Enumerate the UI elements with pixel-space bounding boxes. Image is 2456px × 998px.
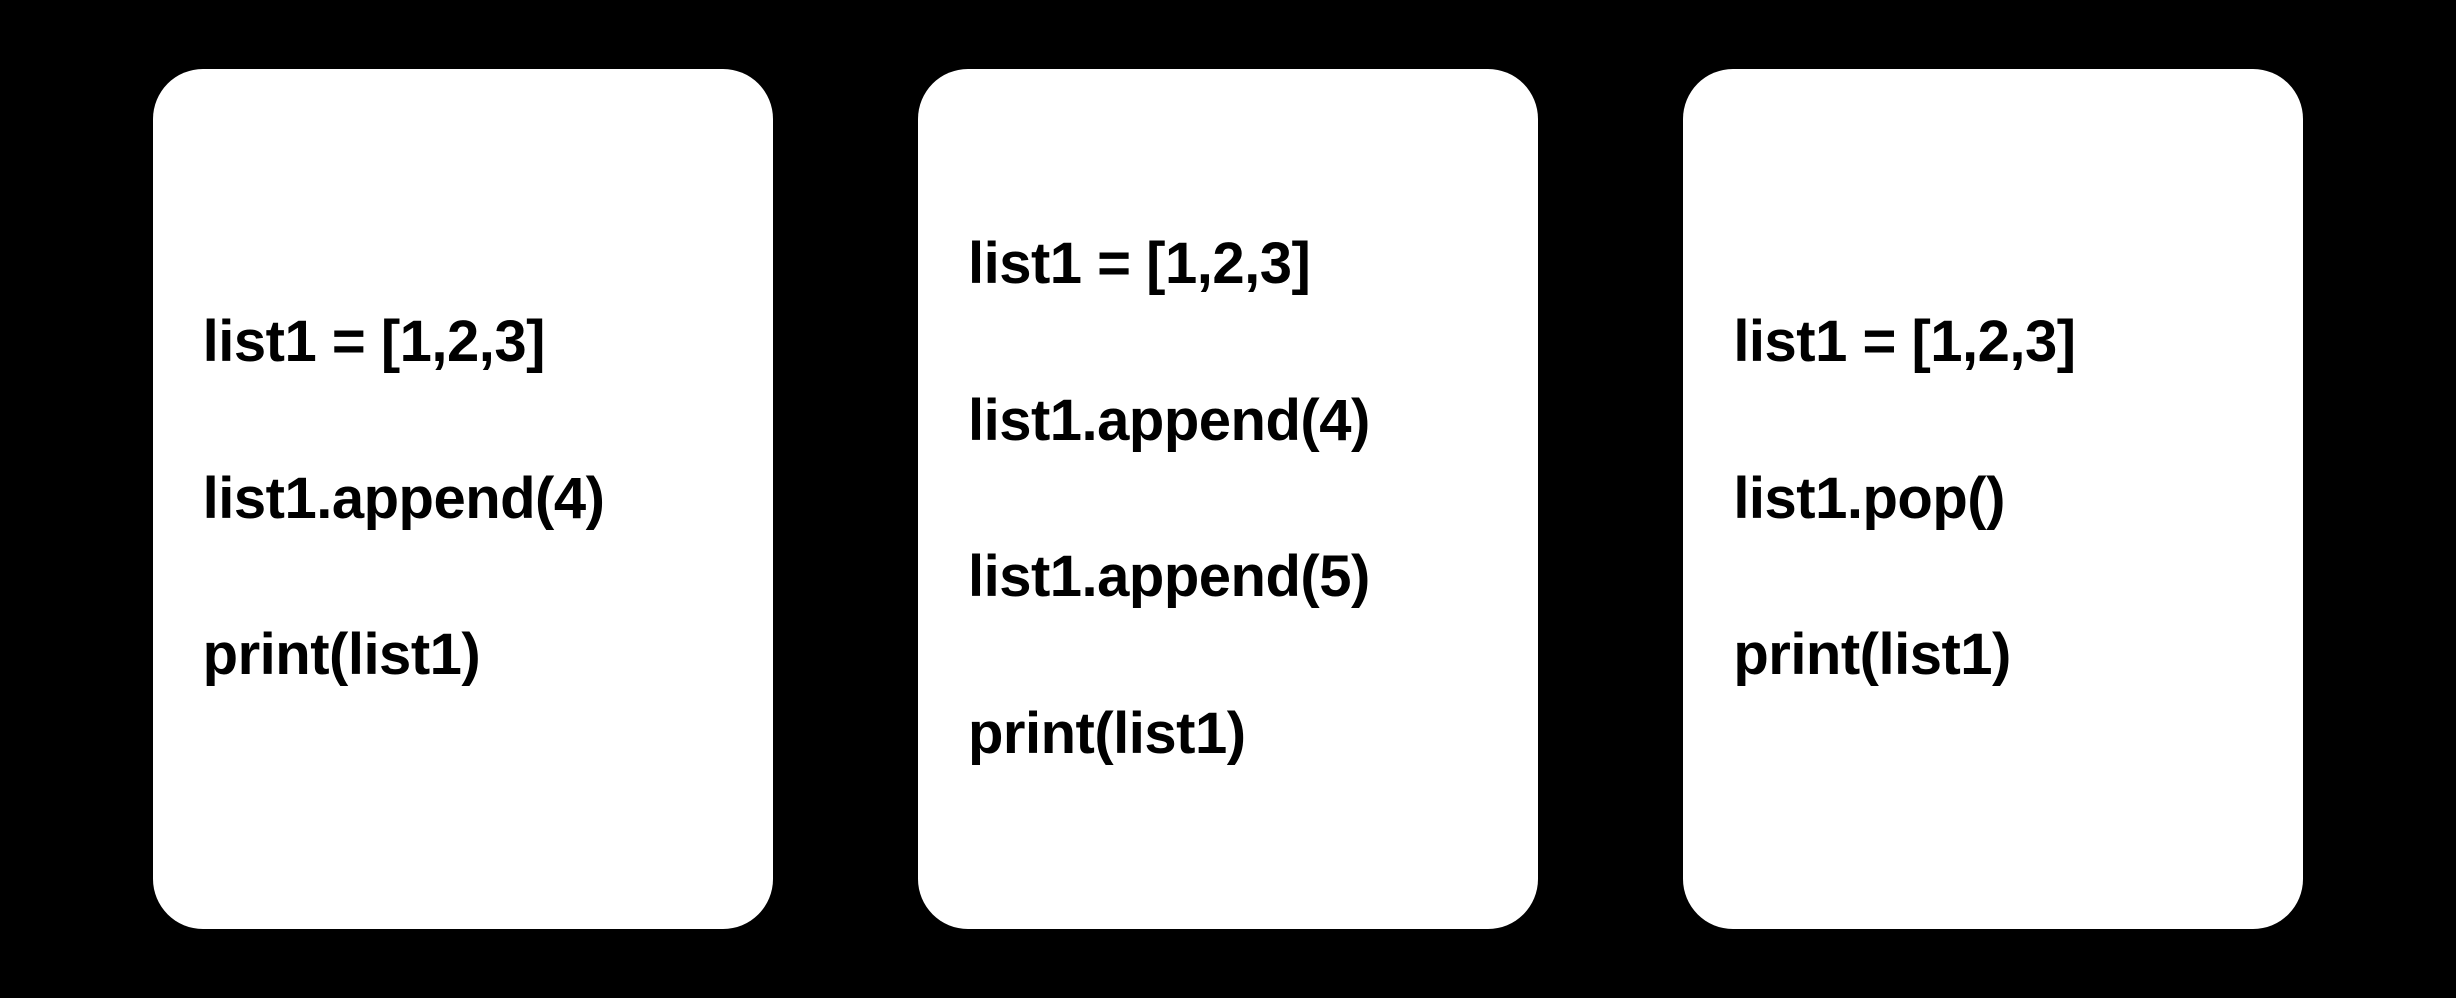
code-card-2: list1 = [1,2,3] list1.append(4) list1.ap… (918, 69, 1538, 929)
code-line: list1 = [1,2,3] (203, 303, 605, 381)
code-line: print(list1) (1733, 616, 2075, 694)
code-line: list1.append(5) (968, 538, 1370, 616)
code-card-1: list1 = [1,2,3] list1.append(4) print(li… (153, 69, 773, 929)
code-block-3: list1 = [1,2,3] list1.pop() print(list1) (1733, 225, 2075, 773)
code-line: list1.append(4) (968, 382, 1370, 460)
code-line: print(list1) (968, 695, 1370, 773)
code-line: list1 = [1,2,3] (1733, 303, 2075, 381)
code-line: list1.pop() (1733, 460, 2075, 538)
code-block-2: list1 = [1,2,3] list1.append(4) list1.ap… (968, 147, 1370, 852)
code-block-1: list1 = [1,2,3] list1.append(4) print(li… (203, 225, 605, 773)
code-line: list1.append(4) (203, 460, 605, 538)
code-line: print(list1) (203, 616, 605, 694)
code-line: list1 = [1,2,3] (968, 225, 1370, 303)
code-card-3: list1 = [1,2,3] list1.pop() print(list1) (1683, 69, 2303, 929)
